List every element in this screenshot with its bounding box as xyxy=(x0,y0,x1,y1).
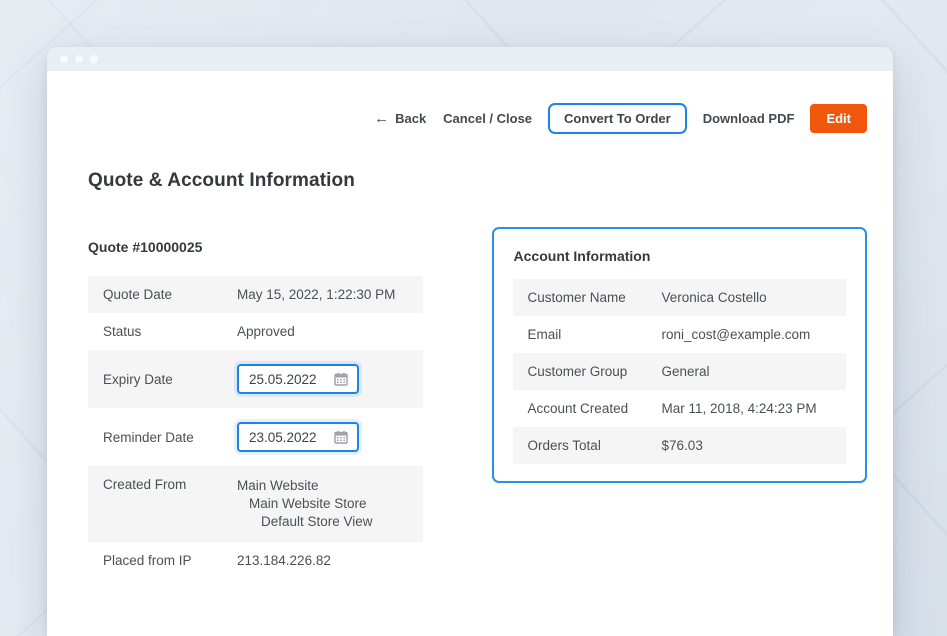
account-row-value: $76.03 xyxy=(662,438,831,453)
reminder-date-input[interactable] xyxy=(249,430,327,445)
account-row-customer-group: Customer GroupGeneral xyxy=(513,353,846,390)
quote-scope-line: Default Store View xyxy=(237,513,408,531)
quote-row-value: Main WebsiteMain Website StoreDefault St… xyxy=(237,477,408,531)
account-panel: Account Information Customer NameVeronic… xyxy=(492,227,867,483)
quote-scope-line: Main Website Store xyxy=(237,495,408,513)
quote-row-label: Expiry Date xyxy=(103,372,237,387)
quote-heading: Quote #10000025 xyxy=(88,239,423,255)
account-row-email: Emailroni_cost@example.com xyxy=(513,316,846,353)
quote-row-created-from: Created FromMain WebsiteMain Website Sto… xyxy=(88,466,423,542)
quote-row-value xyxy=(237,364,408,394)
back-button[interactable]: ← Back xyxy=(373,105,427,132)
account-row-label: Email xyxy=(528,327,662,342)
quote-row-status: StatusApproved xyxy=(88,313,423,350)
reminder-date-field xyxy=(237,422,359,452)
quote-row-reminder-date: Reminder Date xyxy=(88,408,423,466)
calendar-icon[interactable] xyxy=(333,371,349,387)
window-control-dot[interactable] xyxy=(75,55,83,63)
quote-scope-line: Main Website xyxy=(237,477,408,495)
quote-row-value: May 15, 2022, 1:22:30 PM xyxy=(237,287,408,302)
quote-row-quote-date: Quote DateMay 15, 2022, 1:22:30 PM xyxy=(88,276,423,313)
quote-row-expiry-date: Expiry Date xyxy=(88,350,423,408)
quote-row-label: Quote Date xyxy=(103,287,237,302)
back-label: Back xyxy=(395,111,426,126)
quote-row-label: Placed from IP xyxy=(103,553,237,568)
account-row-value: roni_cost@example.com xyxy=(662,327,831,342)
back-arrow-icon: ← xyxy=(374,112,389,125)
account-row-customer-name: Customer NameVeronica Costello xyxy=(513,279,846,316)
account-row-value: Mar 11, 2018, 4:24:23 PM xyxy=(662,401,831,416)
quote-row-label: Reminder Date xyxy=(103,430,237,445)
account-row-value: General xyxy=(662,364,831,379)
edit-button[interactable]: Edit xyxy=(810,104,867,133)
account-row-label: Account Created xyxy=(528,401,662,416)
quote-row-value: 213.184.226.82 xyxy=(237,553,408,568)
quote-table: Quote DateMay 15, 2022, 1:22:30 PMStatus… xyxy=(88,276,423,579)
account-row-value: Veronica Costello xyxy=(662,290,831,305)
quote-row-label: Created From xyxy=(103,477,237,531)
window-content: ← Back Cancel / Close Convert To Order D… xyxy=(47,103,893,579)
expiry-date-input[interactable] xyxy=(249,372,327,387)
account-heading: Account Information xyxy=(514,248,845,264)
quote-section: Quote #10000025 Quote DateMay 15, 2022, … xyxy=(88,227,423,579)
page-title: Quote & Account Information xyxy=(88,170,867,192)
window-control-dot[interactable] xyxy=(90,55,98,63)
account-table: Customer NameVeronica CostelloEmailroni_… xyxy=(513,279,846,464)
download-pdf-button[interactable]: Download PDF xyxy=(702,105,796,132)
account-row-label: Orders Total xyxy=(528,438,662,453)
window-titlebar xyxy=(47,47,893,71)
cancel-close-button[interactable]: Cancel / Close xyxy=(442,105,533,132)
quote-row-placed-from-ip: Placed from IP213.184.226.82 xyxy=(88,542,423,579)
account-row-account-created: Account CreatedMar 11, 2018, 4:24:23 PM xyxy=(513,390,846,427)
account-row-orders-total: Orders Total$76.03 xyxy=(513,427,846,464)
expiry-date-field xyxy=(237,364,359,394)
app-window: ← Back Cancel / Close Convert To Order D… xyxy=(47,47,893,636)
convert-to-order-button[interactable]: Convert To Order xyxy=(548,103,687,134)
account-row-label: Customer Name xyxy=(528,290,662,305)
toolbar: ← Back Cancel / Close Convert To Order D… xyxy=(88,103,867,134)
calendar-icon[interactable] xyxy=(333,429,349,445)
account-row-label: Customer Group xyxy=(528,364,662,379)
quote-row-value: Approved xyxy=(237,324,408,339)
main-columns: Quote #10000025 Quote DateMay 15, 2022, … xyxy=(88,227,867,579)
quote-row-label: Status xyxy=(103,324,237,339)
window-control-dot[interactable] xyxy=(60,55,68,63)
account-section: Account Information Customer NameVeronic… xyxy=(492,227,867,483)
quote-row-value xyxy=(237,422,408,452)
